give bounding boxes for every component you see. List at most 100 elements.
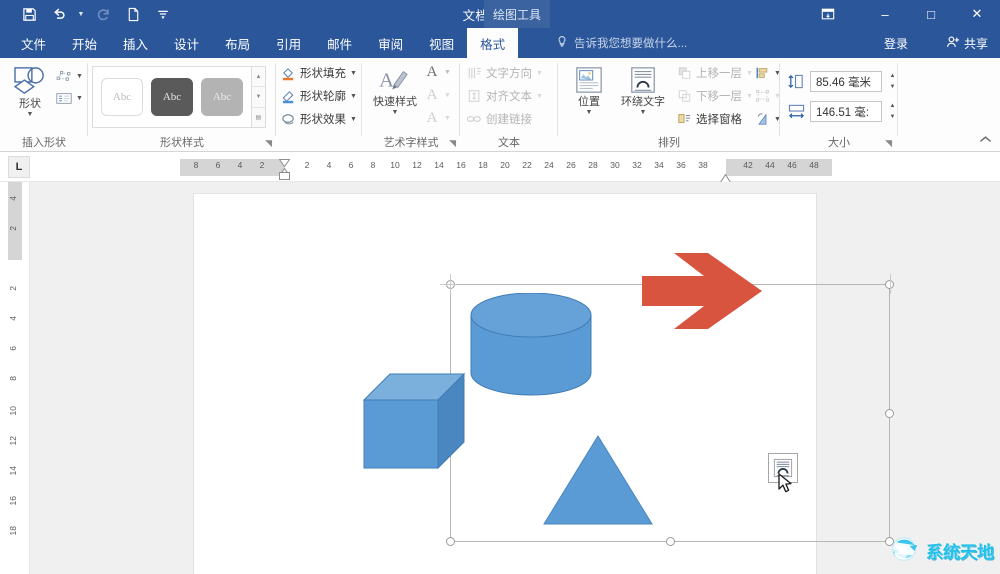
- shape-width-input[interactable]: 146.51 毫:: [810, 101, 882, 122]
- shape-effects-dropdown-icon[interactable]: ▼: [350, 116, 357, 123]
- tab-format[interactable]: 格式: [467, 28, 519, 58]
- arrow-shape[interactable]: [642, 250, 764, 337]
- wrap-text-icon: [628, 66, 658, 94]
- draw-textbox-button[interactable]: ▼: [56, 90, 83, 106]
- bring-forward-dropdown-icon: ▼: [746, 69, 753, 77]
- vruler-tick-label: 2: [8, 226, 18, 231]
- group-objects-button: ▼: [754, 88, 781, 104]
- resize-handle-bottom-left[interactable]: [446, 537, 455, 546]
- hruler-tick-label: 18: [478, 160, 488, 170]
- maximize-button[interactable]: □: [908, 0, 954, 28]
- hruler-tick-label: 44: [765, 160, 775, 170]
- shape-fill-button[interactable]: 形状填充 ▼: [280, 65, 357, 81]
- new-doc-icon[interactable]: [118, 1, 148, 27]
- edit-shape-dropdown-icon[interactable]: ▼: [76, 73, 83, 80]
- create-link-button: 创建链接: [466, 111, 532, 127]
- size-dialog-launcher[interactable]: ◥: [885, 138, 892, 149]
- collapse-ribbon-button[interactable]: [979, 135, 992, 147]
- resize-handle-middle-right[interactable]: [885, 408, 894, 418]
- save-icon[interactable]: [14, 1, 44, 27]
- tab-stop-selector[interactable]: L: [8, 156, 30, 178]
- quick-styles-button[interactable]: A 快速样式 ▼: [368, 66, 422, 116]
- vruler-tick-label: 2: [8, 286, 18, 291]
- tab-mailings[interactable]: 邮件: [314, 28, 365, 58]
- shapes-icon: [13, 66, 47, 96]
- tab-review[interactable]: 审阅: [365, 28, 416, 58]
- triangle-shape[interactable]: [542, 434, 654, 531]
- ribbon-group-shape-styles: Abc Abc Abc ▲ ▼ ▤ 形状样式 ◥: [88, 58, 276, 152]
- shape-effects-button[interactable]: 形状效果 ▼: [280, 111, 357, 127]
- shape-style-swatch-3[interactable]: Abc: [201, 78, 243, 116]
- edit-shape-button[interactable]: ▼: [56, 68, 83, 84]
- customize-qat-icon[interactable]: [148, 1, 178, 27]
- cube-shape[interactable]: [362, 372, 466, 475]
- hruler-tick-label: 16: [456, 160, 466, 170]
- resize-handle-bottom-center[interactable]: [665, 537, 675, 546]
- position-dropdown-icon[interactable]: ▼: [586, 109, 593, 116]
- hanging-indent-marker[interactable]: [278, 163, 291, 176]
- text-outline-dropdown-icon: ▼: [444, 91, 451, 99]
- selection-pane-button[interactable]: 选择窗格: [676, 111, 742, 127]
- shape-styles-dialog-launcher[interactable]: ◥: [265, 138, 272, 149]
- gallery-scroll-up-icon[interactable]: ▲: [252, 67, 265, 88]
- first-line-indent-marker[interactable]: [278, 154, 291, 168]
- group-objects-icon: [754, 88, 770, 104]
- tab-layout[interactable]: 布局: [212, 28, 263, 58]
- globe-refresh-icon: [888, 531, 922, 570]
- vertical-ruler-track[interactable]: 4 2 2 4 6 8 10 12 14 16 18: [8, 182, 22, 574]
- close-button[interactable]: ✕: [954, 0, 1000, 28]
- cylinder-shape[interactable]: [467, 292, 595, 408]
- quick-styles-dropdown-icon[interactable]: ▼: [392, 109, 399, 116]
- hruler-tick-label: 4: [237, 160, 243, 170]
- ribbon-group-size: 85.46 毫米 ▲ ▼ 146.51 毫: ▲ ▼ 大小 ◥: [780, 58, 898, 152]
- tab-design[interactable]: 设计: [161, 28, 212, 58]
- shape-outline-dropdown-icon[interactable]: ▼: [350, 93, 357, 100]
- wrap-text-dropdown-icon[interactable]: ▼: [640, 109, 647, 116]
- sign-in-button[interactable]: 登录: [884, 28, 908, 58]
- shape-fill-dropdown-icon[interactable]: ▼: [350, 70, 357, 77]
- document-page[interactable]: [193, 193, 894, 574]
- undo-dropdown-icon[interactable]: ▼: [74, 1, 88, 27]
- shape-style-swatch-2[interactable]: Abc: [151, 78, 193, 116]
- tell-me-placeholder: 告诉我您想要做什么...: [574, 38, 688, 50]
- tab-home[interactable]: 开始: [59, 28, 110, 58]
- right-indent-marker[interactable]: [719, 170, 732, 183]
- shape-height-input[interactable]: 85.46 毫米: [810, 71, 882, 92]
- wordart-dialog-launcher[interactable]: ◥: [449, 138, 456, 149]
- undo-icon[interactable]: [44, 1, 74, 27]
- title-bar: 文档2 - Word ▼ 绘图工具 – □: [0, 0, 1000, 28]
- vertical-ruler[interactable]: 4 2 2 4 6 8 10 12 14 16 18: [0, 182, 30, 574]
- gallery-scroll-controls[interactable]: ▲ ▼ ▤: [252, 66, 266, 128]
- minimize-button[interactable]: –: [862, 0, 908, 28]
- tab-file[interactable]: 文件: [8, 28, 59, 58]
- shape-outline-button[interactable]: 形状轮廓 ▼: [280, 88, 357, 104]
- align-text-dropdown-icon: ▼: [536, 92, 543, 100]
- textbox-dropdown-icon[interactable]: ▼: [76, 95, 83, 102]
- shape-style-swatch-1[interactable]: Abc: [101, 78, 143, 116]
- gallery-scroll-down-icon[interactable]: ▼: [252, 87, 265, 108]
- left-indent-marker[interactable]: [279, 172, 290, 180]
- tell-me-box[interactable]: 告诉我您想要做什么...: [556, 28, 687, 58]
- hruler-tick-label: 6: [215, 160, 221, 170]
- position-button[interactable]: 位置 ▼: [566, 66, 612, 116]
- text-box-icon: [56, 90, 72, 106]
- horizontal-ruler-track[interactable]: 8 6 4 2 2 4 6 8 10 12 14 16 18 20 22 24 …: [180, 159, 832, 176]
- horizontal-ruler[interactable]: L 8 6 4 2 2 4 6 8 10 12 14 16 18 20 22 2…: [0, 152, 1000, 183]
- share-button[interactable]: 共享: [946, 28, 988, 58]
- rotate-objects-button[interactable]: ▼: [754, 111, 781, 127]
- tab-references[interactable]: 引用: [263, 28, 314, 58]
- tab-insert[interactable]: 插入: [110, 28, 161, 58]
- tab-view[interactable]: 视图: [416, 28, 467, 58]
- hruler-tick-label: 48: [809, 160, 819, 170]
- hruler-tick-label: 22: [522, 160, 532, 170]
- contextual-tab-title: 绘图工具: [484, 0, 550, 28]
- shape-styles-gallery[interactable]: Abc Abc Abc: [92, 66, 252, 128]
- wrap-text-button[interactable]: 环绕文字 ▼: [612, 66, 674, 116]
- ribbon-display-options-icon[interactable]: [808, 0, 848, 28]
- align-objects-button[interactable]: ▼: [754, 65, 781, 81]
- ribbon-group-wordart-styles: A 快速样式 ▼ A ▼ A ▼ A ▼ 艺术字样式 ◥: [362, 58, 460, 152]
- gallery-more-icon[interactable]: ▤: [252, 108, 265, 127]
- chevron-down-icon[interactable]: ▼: [27, 111, 34, 118]
- document-canvas[interactable]: [30, 182, 1000, 574]
- shapes-button[interactable]: 形状 ▼: [6, 66, 54, 118]
